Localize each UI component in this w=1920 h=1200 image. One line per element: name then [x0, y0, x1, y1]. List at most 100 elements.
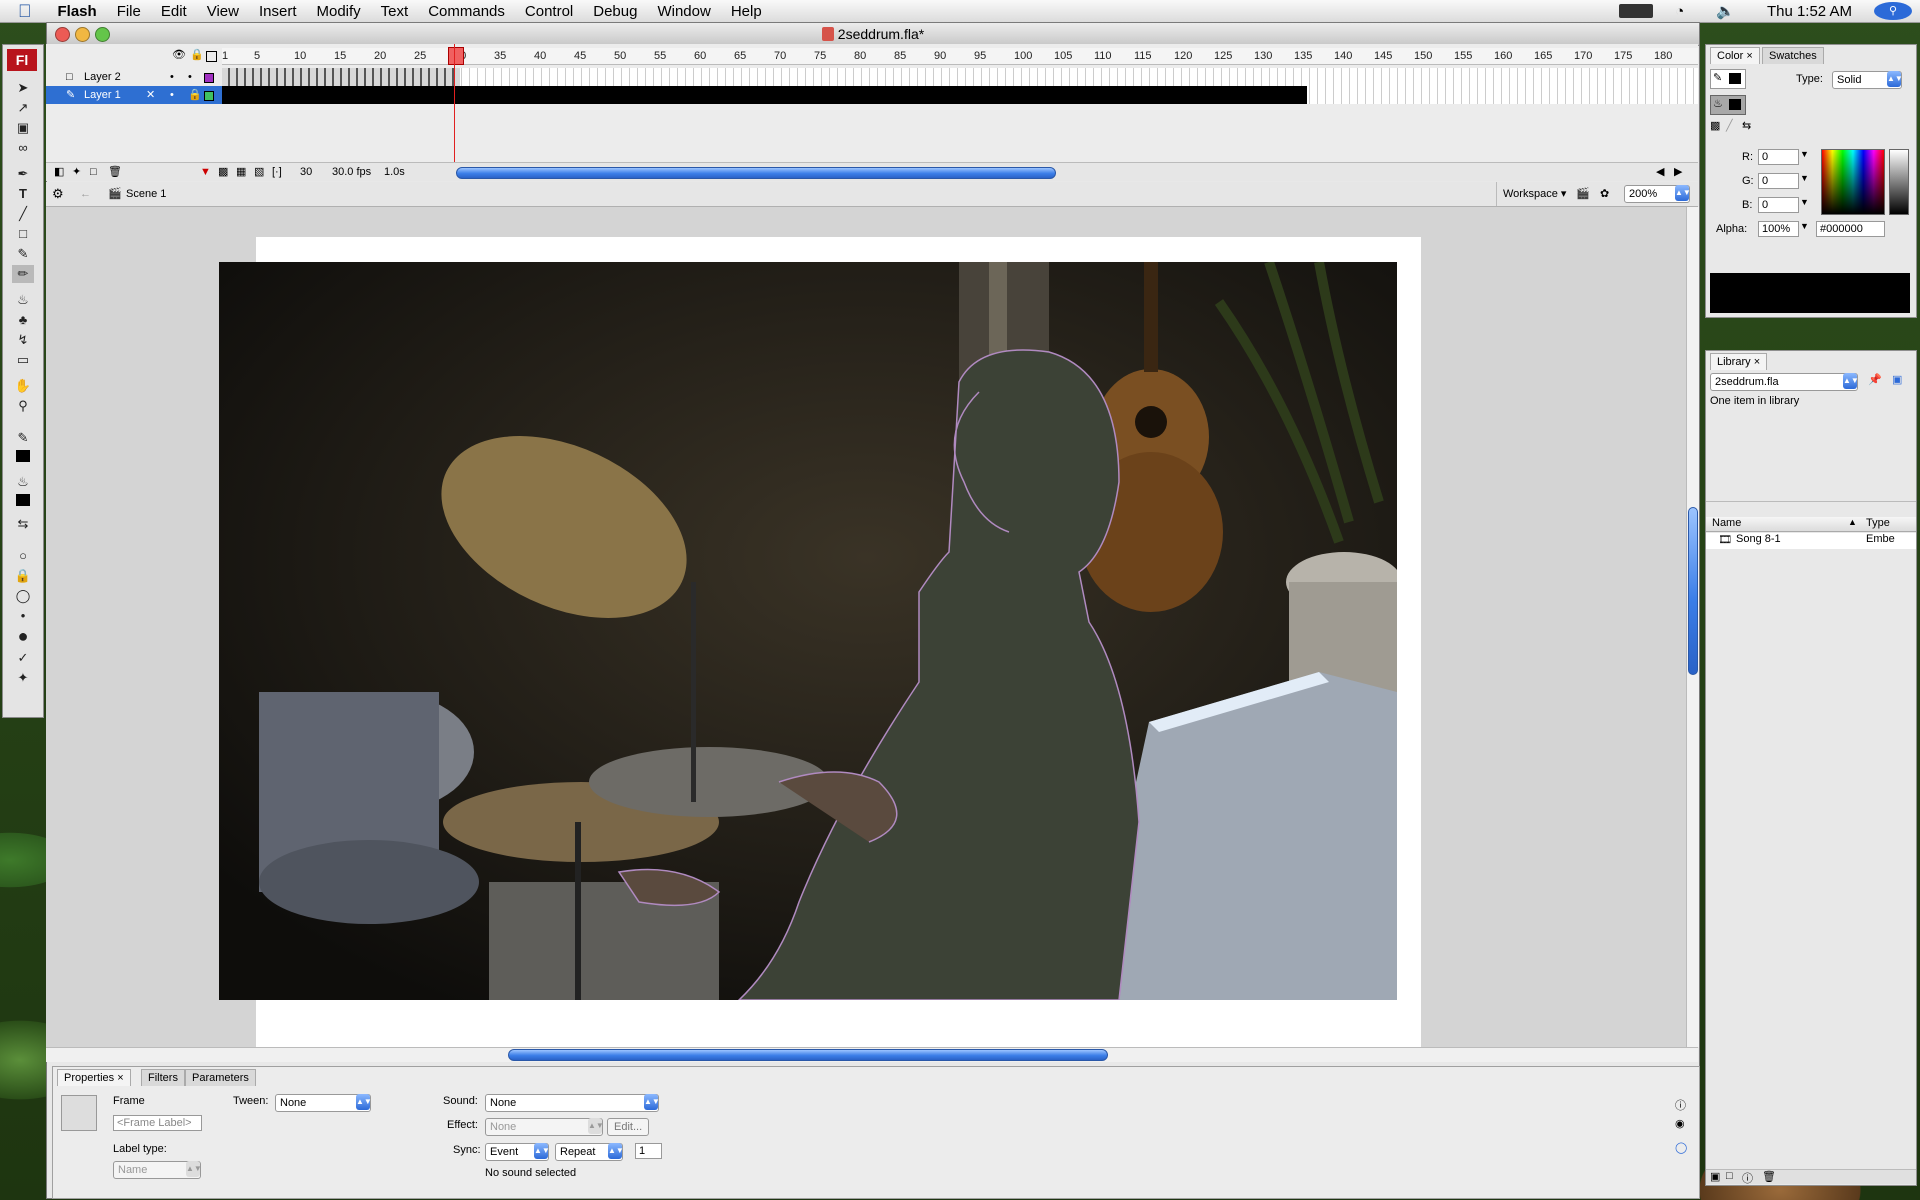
tab-parameters[interactable]: Parameters: [185, 1069, 256, 1086]
menu-insert[interactable]: Insert: [249, 3, 307, 20]
subselection-tool-icon[interactable]: ↗: [12, 99, 34, 117]
tab-filters[interactable]: Filters: [141, 1069, 185, 1086]
minimize-window-icon[interactable]: [75, 27, 90, 42]
frame-rate[interactable]: 30.0 fps: [332, 163, 371, 181]
properties-icon[interactable]: ⓘ: [1742, 1170, 1753, 1186]
tab-color[interactable]: Color ×: [1710, 47, 1760, 64]
text-tool-icon[interactable]: T: [12, 185, 34, 203]
brush-tool-icon[interactable]: ✏: [12, 265, 34, 283]
type-column-header[interactable]: Type: [1866, 517, 1890, 529]
volume-icon[interactable]: 🔈: [1706, 2, 1745, 20]
edit-effect-button[interactable]: Edit...: [607, 1118, 650, 1136]
alpha-slider-icon[interactable]: ▼: [1800, 221, 1809, 231]
effect-select[interactable]: None ▲▼: [485, 1118, 604, 1136]
library-item[interactable]: 🎞 Song 8-1 Embe: [1706, 533, 1916, 549]
close-tab-icon[interactable]: ×: [1746, 50, 1752, 62]
tilt-icon[interactable]: ✦: [12, 669, 34, 687]
zoom-tool-icon[interactable]: ⚲: [12, 397, 34, 415]
stroke-color-control[interactable]: ✎: [1710, 69, 1746, 89]
scene-name[interactable]: Scene 1: [126, 182, 166, 206]
no-color-icon[interactable]: ╱: [1726, 119, 1733, 132]
brush-mode-icon[interactable]: ◯: [12, 587, 34, 605]
menu-text[interactable]: Text: [371, 3, 419, 20]
hand-tool-icon[interactable]: ✋: [12, 377, 34, 395]
wifi-icon[interactable]: ◔: [1665, 3, 1694, 20]
edit-in-place-icon[interactable]: ◉: [1675, 1117, 1685, 1130]
edit-scene-icon[interactable]: 🎬: [1576, 182, 1590, 206]
scroll-right-icon[interactable]: ▶: [1674, 163, 1682, 181]
playhead[interactable]: [454, 44, 455, 180]
free-transform-tool-icon[interactable]: ▣: [12, 119, 34, 137]
spotlight-icon[interactable]: ⚲: [1874, 2, 1912, 20]
new-library-panel-icon[interactable]: ▣: [1892, 373, 1902, 386]
eyedropper-tool-icon[interactable]: ↯: [12, 331, 34, 349]
lock-all-icon[interactable]: 🔒: [190, 48, 204, 61]
workspace-menu[interactable]: Workspace ▾: [1496, 182, 1566, 206]
selection-tool-icon[interactable]: ➤: [12, 79, 34, 97]
new-symbol-icon[interactable]: ▣: [1710, 1170, 1720, 1183]
frames-layer-1[interactable]: [222, 86, 1698, 104]
menu-view[interactable]: View: [197, 3, 249, 20]
close-window-icon[interactable]: [55, 27, 70, 42]
brush-size-icon[interactable]: •: [12, 607, 34, 625]
alpha-input[interactable]: 100%: [1758, 221, 1799, 237]
video-frame-image[interactable]: [219, 262, 1397, 1000]
playhead-handle[interactable]: [448, 47, 464, 65]
edit-multiple-icon[interactable]: ▧: [254, 163, 264, 181]
fill-swatch-icon[interactable]: [12, 493, 34, 511]
edit-symbols-icon[interactable]: ✿: [1600, 182, 1609, 206]
ink-bottle-tool-icon[interactable]: ♨: [12, 291, 34, 309]
eraser-tool-icon[interactable]: ▭: [12, 351, 34, 369]
timeline-toggle-icon[interactable]: ⚙: [52, 182, 64, 206]
close-tab-icon[interactable]: ×: [1754, 356, 1760, 368]
stage-horizontal-scrollbar[interactable]: [46, 1047, 1698, 1062]
screen-icon[interactable]: [1619, 4, 1654, 18]
delete-layer-icon[interactable]: 🗑: [108, 163, 122, 181]
green-input[interactable]: 0: [1758, 173, 1799, 189]
tab-properties[interactable]: Properties ×: [57, 1069, 131, 1086]
green-slider-icon[interactable]: ▼: [1800, 173, 1809, 183]
new-folder-icon[interactable]: □: [1726, 1170, 1733, 1182]
outline-color-swatch[interactable]: [204, 73, 214, 83]
repeat-select[interactable]: Repeat ▲▼: [555, 1143, 624, 1161]
delete-item-icon[interactable]: 🗑: [1762, 1170, 1776, 1183]
label-type-select[interactable]: Name ▲▼: [113, 1161, 202, 1179]
lasso-tool-icon[interactable]: ∞: [12, 139, 34, 157]
menu-window[interactable]: Window: [647, 3, 720, 20]
fill-color-control[interactable]: ♨: [1710, 95, 1746, 115]
onion-markers-icon[interactable]: [·]: [272, 163, 282, 181]
repeat-count-input[interactable]: 1: [635, 1143, 662, 1159]
default-colors-icon[interactable]: ▩: [1710, 119, 1720, 132]
color-spectrum[interactable]: [1821, 149, 1885, 215]
lock-layer-toggle-icon[interactable]: ✕: [146, 86, 155, 104]
frame-label-input[interactable]: <Frame Label>: [113, 1115, 202, 1131]
tween-select[interactable]: None ▲▼: [275, 1094, 372, 1112]
clock[interactable]: Thu 1:52 AM: [1757, 3, 1862, 20]
pencil-tool-icon[interactable]: ✎: [12, 245, 34, 263]
menu-debug[interactable]: Debug: [583, 3, 647, 20]
red-slider-icon[interactable]: ▼: [1800, 149, 1809, 159]
tab-swatches[interactable]: Swatches: [1762, 47, 1824, 64]
visibility-dot[interactable]: •: [170, 86, 174, 104]
menu-control[interactable]: Control: [515, 3, 583, 20]
accessibility-icon[interactable]: ◯: [1675, 1141, 1687, 1154]
zoom-window-icon[interactable]: [95, 27, 110, 42]
library-file-select[interactable]: 2seddrum.fla ▲▼: [1710, 373, 1859, 391]
close-tab-icon[interactable]: ×: [117, 1072, 123, 1084]
lock-icon[interactable]: 🔒: [188, 86, 202, 104]
menu-app-name[interactable]: Flash: [48, 3, 107, 20]
sort-icon[interactable]: ▲: [1848, 517, 1857, 527]
sound-select[interactable]: None ▲▼: [485, 1094, 660, 1112]
motion-guide-icon[interactable]: ✦: [72, 163, 81, 181]
outline-color-swatch[interactable]: [204, 91, 214, 101]
center-frame-icon[interactable]: ▼: [200, 163, 211, 181]
onion-outline-icon[interactable]: ▦: [236, 163, 246, 181]
swap-colors-icon[interactable]: ⇆: [1742, 119, 1751, 132]
insert-folder-icon[interactable]: □: [90, 163, 97, 181]
line-tool-icon[interactable]: ╱: [12, 205, 34, 223]
stage-hscroll-thumb[interactable]: [508, 1049, 1108, 1061]
menu-file[interactable]: File: [107, 3, 151, 20]
object-drawing-icon[interactable]: ○: [12, 547, 34, 565]
pen-tool-icon[interactable]: ✒: [12, 165, 34, 183]
menu-help[interactable]: Help: [721, 3, 772, 20]
